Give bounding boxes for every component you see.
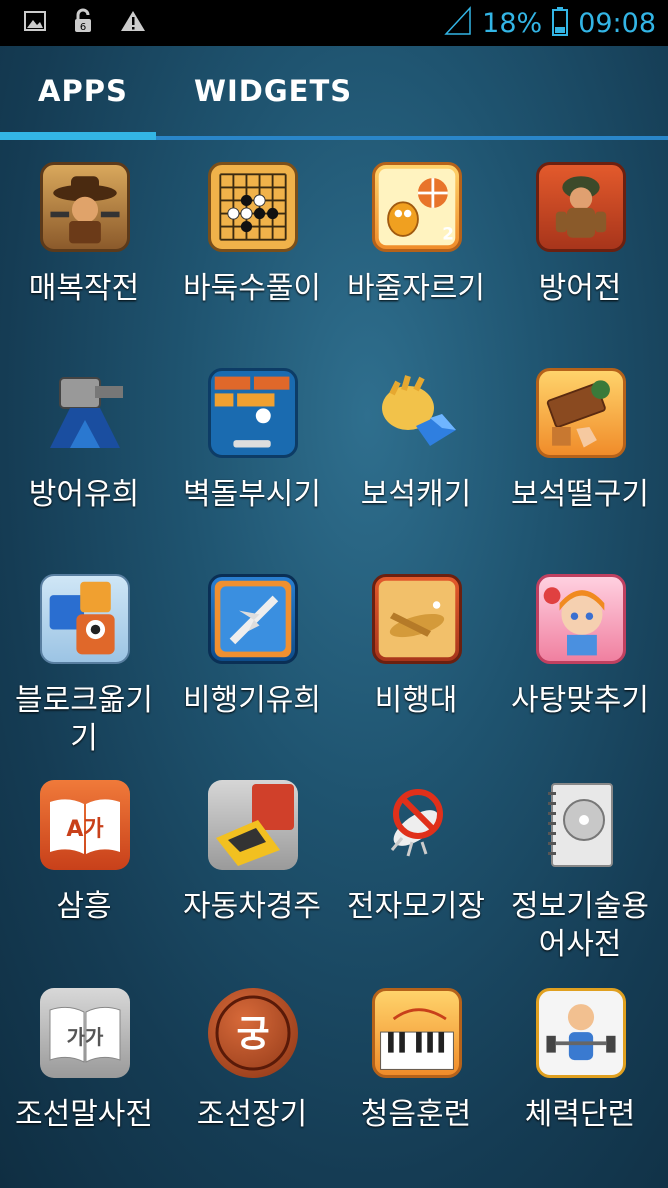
app-squadron[interactable]: 비행대: [336, 552, 496, 757]
janggi-glyph: 궁: [236, 1014, 269, 1055]
app-label: 조선장기: [196, 1097, 308, 1132]
app-label: 매복작전: [28, 271, 140, 306]
app-ambush[interactable]: 매복작전: [4, 140, 164, 345]
app-it-dictionary[interactable]: 정보기술용어사전: [500, 758, 660, 963]
block-monster-icon: [40, 574, 130, 664]
app-label: 자동차경주: [183, 889, 321, 924]
app-defense-game[interactable]: 방어유희: [4, 346, 164, 551]
app-label: 바줄자르기: [347, 271, 485, 306]
app-label: 방어유희: [28, 477, 140, 512]
app-janggi[interactable]: 궁 조선장기: [172, 966, 332, 1171]
fitness-man-icon: [536, 988, 626, 1078]
app-brick-breaker[interactable]: 벽돌부시기: [172, 346, 332, 551]
warning-icon: [120, 9, 146, 37]
app-label: 청음훈련: [360, 1097, 472, 1132]
app-label: 바둑수풀이: [183, 271, 321, 306]
app-label: 체력단련: [524, 1097, 636, 1132]
go-board-icon: [208, 162, 298, 252]
clock: 09:08: [578, 7, 656, 39]
janggi-piece-icon: 궁: [208, 988, 298, 1078]
turret-icon: [40, 368, 130, 458]
app-label: 보석떨구기: [511, 477, 649, 512]
app-label: 조선말사전: [15, 1097, 153, 1132]
korean-dictionary-glyph: 가가: [67, 1025, 104, 1049]
app-label: 정보기술용어사전: [511, 889, 649, 962]
app-airplane-game[interactable]: 비행기유희: [172, 552, 332, 757]
app-ear-training[interactable]: 청음훈련: [336, 966, 496, 1171]
fighter-plane-icon: [372, 574, 462, 664]
soldier-icon: [536, 162, 626, 252]
app-label: 삼흥: [56, 889, 112, 924]
tab-apps[interactable]: APPS: [38, 74, 128, 108]
korean-dictionary-icon: 가가: [40, 988, 130, 1078]
app-label: 전자모기장: [347, 889, 485, 924]
signal-icon: [444, 6, 472, 40]
app-defense[interactable]: 방어전: [500, 140, 660, 345]
image-icon: [24, 11, 46, 35]
app-mosquito-net[interactable]: 전자모기장: [336, 758, 496, 963]
app-cut-rope[interactable]: 2 바줄자르기: [336, 140, 496, 345]
unlock-icon: 6: [72, 8, 94, 38]
app-fitness[interactable]: 체력단련: [500, 966, 660, 1171]
cut-rope-icon: 2: [372, 162, 462, 252]
cd-notebook-icon: [536, 780, 626, 870]
no-mosquito-icon: [372, 780, 462, 870]
piano-icon: [372, 988, 462, 1078]
app-samheung[interactable]: A가 삼흥: [4, 758, 164, 963]
cowboy-icon: [40, 162, 130, 252]
app-candy-match[interactable]: 사탕맞추기: [500, 552, 660, 757]
dictionary-icon: A가: [40, 780, 130, 870]
app-baduk[interactable]: 바둑수풀이: [172, 140, 332, 345]
tab-bar: APPS WIDGETS: [0, 46, 668, 140]
tab-selected-indicator: [0, 132, 156, 140]
app-label: 비행대: [374, 683, 458, 718]
dictionary-glyph: A가: [66, 817, 103, 842]
app-korean-dictionary[interactable]: 가가 조선말사전: [4, 966, 164, 1171]
app-label: 블로크옮기기: [15, 683, 153, 756]
app-grid: 매복작전 바둑수풀이 2 바줄자르기 방어전 방어유희 벽돌부시기 보석캐기 보…: [0, 140, 668, 1188]
app-car-race[interactable]: 자동차경주: [172, 758, 332, 963]
battery-icon: [552, 6, 569, 40]
gem-hand-icon: [372, 368, 462, 458]
app-gem-drop[interactable]: 보석떨구기: [500, 346, 660, 551]
battery-percent: 18%: [482, 7, 543, 39]
app-label: 보석캐기: [360, 477, 472, 512]
app-label: 비행기유희: [183, 683, 321, 718]
svg-text:6: 6: [80, 22, 86, 33]
level-number: 2: [442, 224, 454, 244]
gem-drop-icon: [536, 368, 626, 458]
tab-widgets[interactable]: WIDGETS: [194, 74, 352, 108]
airplane-icon: [208, 574, 298, 664]
candy-girl-icon: [536, 574, 626, 664]
app-label: 방어전: [538, 271, 622, 306]
app-label: 사탕맞추기: [511, 683, 649, 718]
app-block-move[interactable]: 블로크옮기기: [4, 552, 164, 757]
app-gem-dig[interactable]: 보석캐기: [336, 346, 496, 551]
racing-car-icon: [208, 780, 298, 870]
brick-breaker-icon: [208, 368, 298, 458]
app-label: 벽돌부시기: [183, 477, 321, 512]
status-bar: 6 18% 09:08: [0, 0, 668, 46]
